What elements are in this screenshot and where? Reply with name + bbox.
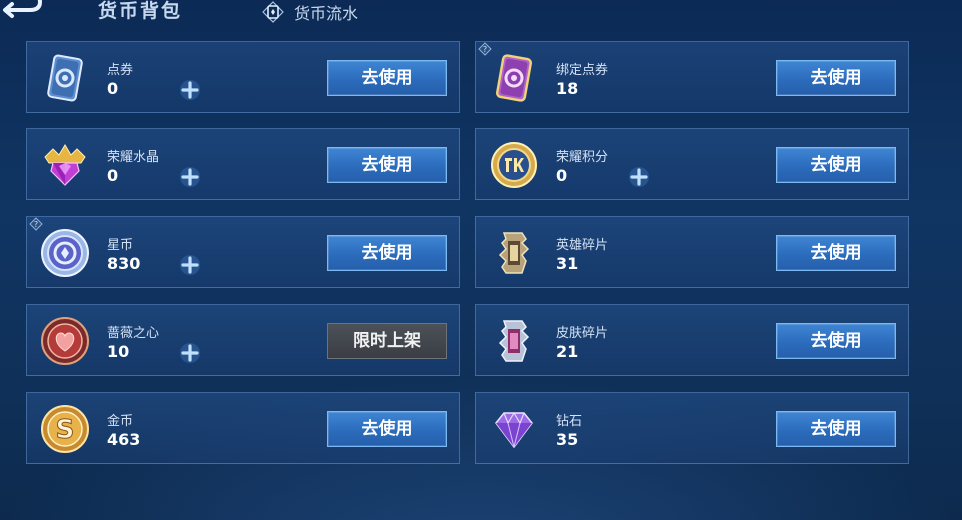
limited-time-button[interactable]: 限时上架 <box>327 323 447 359</box>
svg-text:S: S <box>56 415 75 445</box>
currency-name: 英雄碎片 <box>556 238 609 253</box>
glory-crystal-icon <box>39 139 91 191</box>
use-button[interactable]: 去使用 <box>776 60 896 96</box>
currency-count: 0 <box>556 166 568 185</box>
currency-card-diamond: 钻石 35 去使用 <box>475 392 909 464</box>
diamond-icon <box>488 403 540 455</box>
currency-name: 皮肤碎片 <box>556 326 609 341</box>
use-button[interactable]: 去使用 <box>776 147 896 183</box>
use-button[interactable]: 去使用 <box>327 411 447 447</box>
currency-card-skin-fragment: 皮肤碎片 21 去使用 <box>475 304 909 376</box>
add-plus-icon[interactable] <box>179 342 201 364</box>
skin-fragment-icon <box>488 315 540 367</box>
add-plus-icon[interactable] <box>179 166 201 188</box>
currency-count: 463 <box>107 430 141 449</box>
add-plus-icon[interactable] <box>179 254 201 276</box>
use-button[interactable]: 去使用 <box>327 60 447 96</box>
currency-card-gold-coin: S 金币 463 去使用 <box>26 392 460 464</box>
currency-count: 0 <box>107 166 119 185</box>
currency-card-glory-crystal: 荣耀水晶 0 去使用 <box>26 128 460 200</box>
currency-card-star-coin: 星币 830 去使用 <box>26 216 460 288</box>
use-button[interactable]: 去使用 <box>776 235 896 271</box>
back-button[interactable] <box>0 0 46 20</box>
back-arrow-icon <box>3 0 43 18</box>
blue-coupon-card-icon <box>39 52 91 104</box>
add-plus-icon[interactable] <box>628 166 650 188</box>
currency-flow-tab[interactable]: 货币流水 <box>262 0 358 24</box>
currency-name: 绑定点券 <box>556 63 609 78</box>
use-button[interactable]: 去使用 <box>327 235 447 271</box>
use-button[interactable]: 去使用 <box>776 323 896 359</box>
purple-coupon-card-icon <box>488 52 540 104</box>
use-button[interactable]: 去使用 <box>327 147 447 183</box>
currency-count: 31 <box>556 254 579 273</box>
page-title: 货币背包 <box>98 0 183 22</box>
currency-count: 35 <box>556 430 579 449</box>
gold-coin-icon: S <box>39 403 91 455</box>
currency-count: 10 <box>107 342 130 361</box>
currency-card-glory-points: 荣耀积分 0 去使用 <box>475 128 909 200</box>
rose-heart-icon <box>39 315 91 367</box>
currency-flow-label: 货币流水 <box>294 4 359 23</box>
currency-card-hero-fragment: 英雄碎片 31 去使用 <box>475 216 909 288</box>
currency-card-bound-coupon: 绑定点券 18 去使用 <box>475 41 909 113</box>
currency-name: 点券 <box>107 63 134 78</box>
use-button[interactable]: 去使用 <box>776 411 896 447</box>
currency-name: 荣耀水晶 <box>107 150 160 165</box>
currency-name: 蔷薇之心 <box>107 326 160 341</box>
top-bar: 货币背包 货币流水 <box>0 0 962 28</box>
ledger-icon <box>262 1 284 23</box>
currency-card-coupon: 点券 0 去使用 <box>26 41 460 113</box>
currency-count: 18 <box>556 79 579 98</box>
currency-count: 21 <box>556 342 579 361</box>
hero-fragment-icon <box>488 227 540 279</box>
currency-count: 0 <box>107 79 119 98</box>
currency-count: 830 <box>107 254 141 273</box>
star-coin-icon <box>39 227 91 279</box>
currency-name: 钻石 <box>556 414 583 429</box>
currency-name: 荣耀积分 <box>556 150 609 165</box>
currency-name: 星币 <box>107 238 134 253</box>
add-plus-icon[interactable] <box>179 79 201 101</box>
currency-card-rose-heart: 蔷薇之心 10 限时上架 <box>26 304 460 376</box>
glory-points-coin-icon <box>488 139 540 191</box>
currency-name: 金币 <box>107 414 134 429</box>
